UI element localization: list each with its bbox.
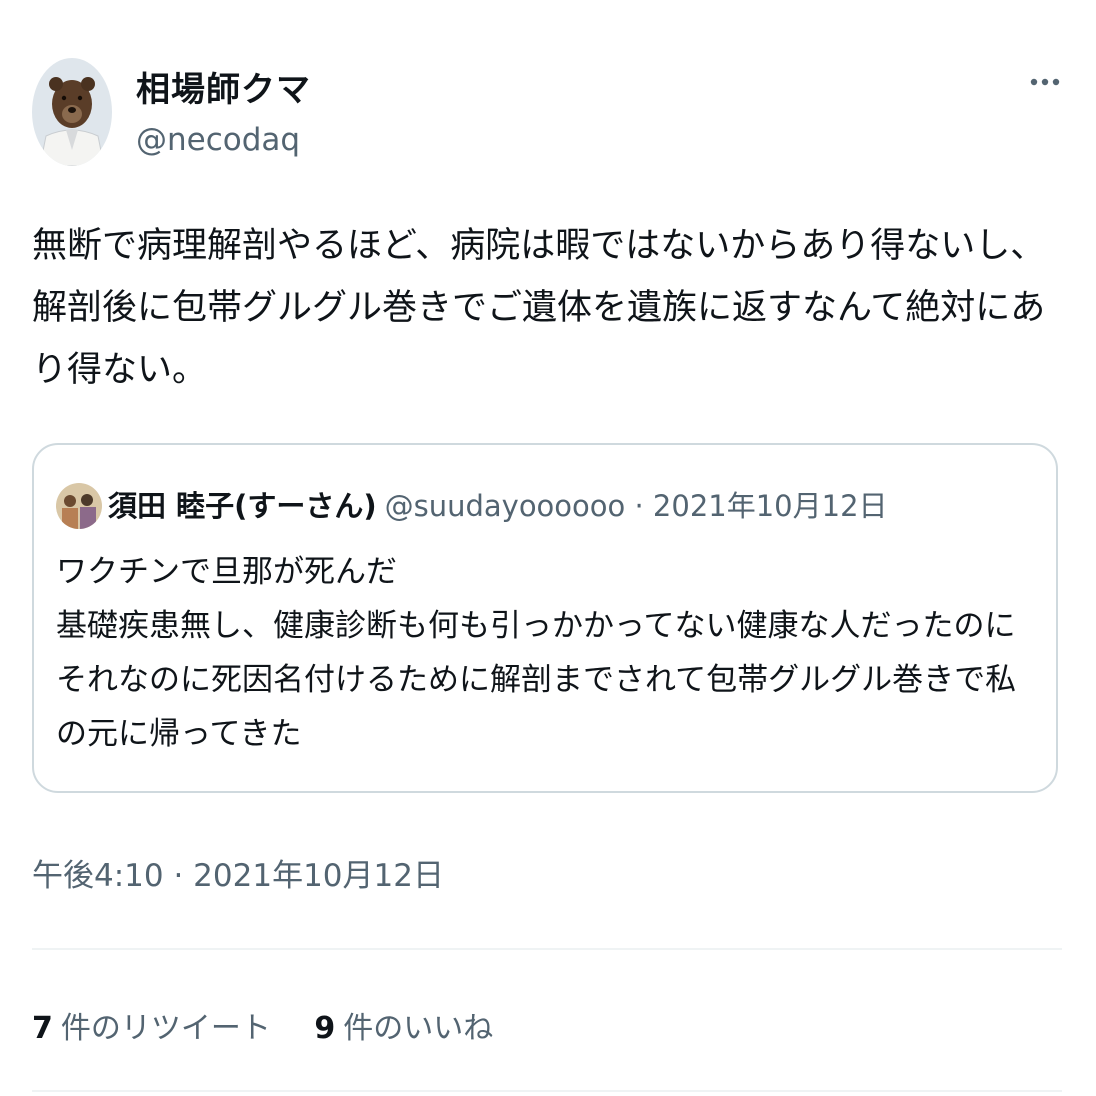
likes-count: 9 (314, 1011, 336, 1046)
quoted-text-line: 基礎疾患無し、健康診断も何も引っかかってない健康な人だったのに (56, 608, 1016, 644)
tweet-text-line: 無断で病理解剖やるほど、病院は暇ではないからあり得ないし、 (32, 226, 1046, 266)
author-handle[interactable]: @necodaq (136, 122, 300, 158)
divider (32, 948, 1062, 950)
author-avatar[interactable] (32, 58, 112, 166)
quoted-text: ワクチンで旦那が死んだ 基礎疾患無し、健康診断も何も引っかかってない健康な人だっ… (56, 545, 1046, 761)
retweets-count: 7 (32, 1011, 53, 1046)
author-display-name[interactable]: 相場師クマ (136, 62, 311, 111)
tweet-stats: 7 件のリツイート 9 件のいいね (32, 1003, 527, 1047)
more-horizontal-icon (1030, 78, 1060, 86)
quoted-header: 須田 睦子(すーさん) @suudayoooooo · 2021年10月12日 (108, 483, 888, 529)
quoted-display-name: 須田 睦子(すーさん) (108, 489, 377, 523)
tweet-text-line: 解剖後に包帯グルグル巻きでご遺体を遺族に返すなんて絶対にあ (32, 288, 1046, 328)
more-options-button[interactable] (1026, 62, 1066, 102)
quoted-tweet-card[interactable]: 須田 睦子(すーさん) @suudayoooooo · 2021年10月12日 ワ… (32, 443, 1058, 793)
group-photo-avatar-icon (56, 483, 102, 529)
retweets-stat[interactable]: 7 件のリツイート (32, 1003, 271, 1047)
likes-stat[interactable]: 9 件のいいね (314, 1003, 493, 1047)
quoted-text-line: の元に帰ってきた (56, 716, 302, 752)
bear-avatar-icon (32, 58, 112, 166)
divider (32, 1090, 1062, 1092)
quoted-text-line: ワクチンで旦那が死んだ (56, 554, 397, 590)
tweet-text-line: り得ない。 (32, 350, 208, 390)
retweets-label: 件のリツイート (60, 1011, 271, 1046)
quoted-author-avatar (56, 483, 102, 529)
tweet-timestamp[interactable]: 午後4:10 · 2021年10月12日 (32, 850, 444, 895)
quoted-meta: @suudayoooooo · 2021年10月12日 (384, 489, 888, 523)
likes-label: 件のいいね (343, 1011, 494, 1046)
tweet-text: 無断で病理解剖やるほど、病院は暇ではないからあり得ないし、 解剖後に包帯グルグル… (32, 215, 1062, 401)
quoted-text-line: それなのに死因名付けるために解剖までされて包帯グルグル巻きで私 (56, 662, 1017, 698)
